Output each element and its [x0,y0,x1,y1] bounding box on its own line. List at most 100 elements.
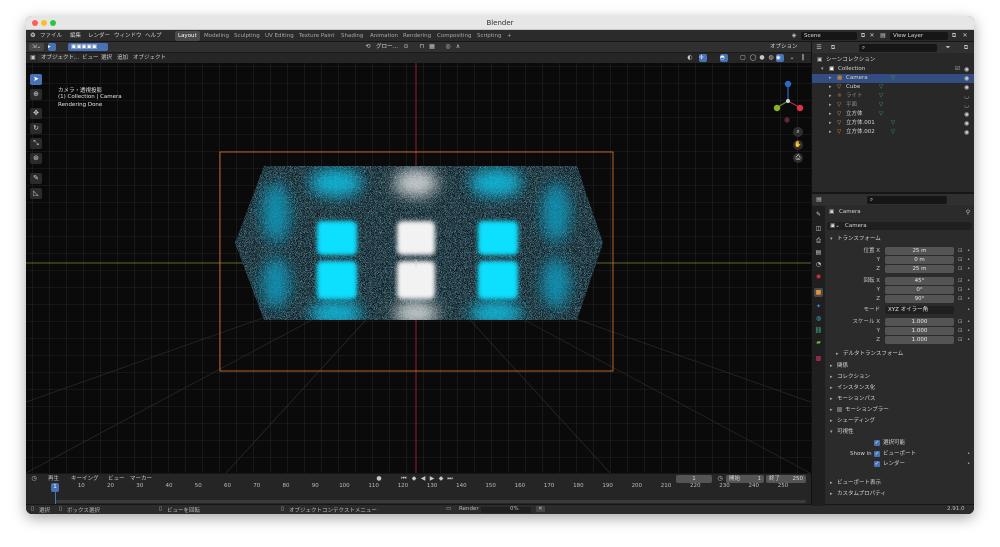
workspace-tab-texture-paint[interactable]: Texture Paint [296,31,338,41]
lock-icon[interactable]: ⊡ [958,318,963,327]
outliner-item[interactable]: ▸ ▽ 立方体 ▽ ◉ [812,110,974,119]
keyframe-dot-icon[interactable]: • [967,318,970,327]
3d-viewport[interactable]: カメラ・透視投影 (1) Collection | Camera Renderi… [26,63,811,473]
falloff-icon[interactable]: ∧ [454,43,462,51]
keyframe-dot-icon[interactable]: • [967,286,970,295]
transform-section-header[interactable]: ▾ トランスフォーム [826,234,974,244]
options-dropdown[interactable]: オプション [767,43,801,51]
lock-icon[interactable]: ⊡ [958,336,963,345]
display-mode-icon[interactable]: ⧉ [829,44,837,52]
move-tool-icon[interactable]: ✥ [30,108,42,119]
location-x-field[interactable]: 25 m [885,247,954,255]
select-tool-icon[interactable]: ▸ [48,43,56,51]
delete-view-layer-icon[interactable]: ✕ [961,32,969,40]
properties-section-header[interactable]: ▸ モーションパス [826,394,974,404]
xray-icon[interactable]: ▢ [739,54,747,62]
rotation-z-field[interactable]: 90° [885,295,954,303]
eye-icon[interactable]: ◉ [964,110,969,119]
sidebar-toggle-icon[interactable]: ‖ [799,54,807,62]
keyframe-dot-icon[interactable]: • [967,265,970,274]
expand-arrow-icon[interactable]: ▾ [821,65,824,74]
visibility-icon[interactable]: ◐ [686,54,694,62]
gizmo-toggle-icon[interactable]: ✢ [699,54,707,62]
location-z-field[interactable]: 25 m [885,265,954,273]
properties-section-header[interactable]: ▾ 可視性 [826,427,974,437]
keyframe-dot-icon[interactable]: • [967,460,970,469]
keyframe-dot-icon[interactable]: • [967,295,970,304]
zoom-icon[interactable]: ⌕ [793,127,803,137]
transform-tool-icon[interactable]: ⊛ [30,153,42,164]
workspace-tab-compositing[interactable]: Compositing [434,31,474,41]
expand-arrow-icon[interactable]: ▸ [829,74,832,83]
menu-view[interactable]: ビュー [82,54,99,62]
shading-rendered-icon[interactable]: ◉ [776,54,784,62]
workspace-tab-sculpting[interactable]: Sculpting [231,31,263,41]
menu-select[interactable]: 選択 [101,54,112,62]
add-workspace-button[interactable]: + [504,31,515,41]
render-tab-icon[interactable]: ◫ [814,224,823,233]
object-name-field[interactable]: ▣⌄ Camera [827,222,972,230]
expand-arrow-icon[interactable]: ▸ [829,119,832,128]
custom-properties-header[interactable]: ▸ カスタムプロパティ [826,489,974,499]
new-collection-icon[interactable]: ⧉ [962,44,970,52]
delete-scene-icon[interactable]: ✕ [868,32,876,40]
lock-icon[interactable]: ⊡ [958,247,963,256]
scale-x-field[interactable]: 1.000 [885,318,954,326]
eye-closed-icon[interactable]: ◡ [964,92,969,101]
timeline-scrollbar[interactable] [56,500,806,503]
pan-hand-icon[interactable]: ✋ [793,140,803,150]
scene-selector[interactable]: Scene [801,32,857,40]
viewport-display-header[interactable]: ▸ ビューポート表示 [826,478,974,488]
properties-section-header[interactable]: ▸ シェーディング [826,416,974,426]
properties-search-input[interactable]: ⌕ [867,196,947,204]
blender-logo-icon[interactable]: ❂ [29,32,37,40]
new-scene-icon[interactable]: ⧉ [859,32,867,40]
proportional-editing-icon[interactable]: ◎ [444,43,452,51]
scale-tool-icon[interactable]: ⤡ [30,138,42,149]
expand-arrow-icon[interactable]: ▸ [829,83,832,92]
expand-arrow-icon[interactable]: ▸ [829,110,832,119]
lock-icon[interactable]: ⊡ [958,277,963,286]
menu-file[interactable]: ファイル [40,32,62,40]
outliner-item[interactable]: ▾ ▣ Collection ☑ ◉ [812,65,974,74]
menu-render[interactable]: レンダー [88,32,110,40]
keyframe-dot-icon[interactable]: • [967,336,970,345]
pivot-point-icon[interactable]: ⊙ [402,43,410,51]
scale-z-field[interactable]: 1.000 [885,336,954,344]
outliner-item[interactable]: ▸ ▽ 平面 ▽ ◡ [812,101,974,110]
eye-icon[interactable]: ◉ [964,83,969,92]
menu-window[interactable]: ウィンドウ [114,32,142,40]
output-tab-icon[interactable]: ⎙ [814,236,823,245]
delta-transform-header[interactable]: ▸ デルタトランスフォーム [832,349,974,359]
data-tab-icon[interactable]: ▰ [814,338,823,347]
view-layer-tab-icon[interactable]: ▤ [814,248,823,257]
z-axis-handle[interactable] [784,80,792,88]
y-axis-handle[interactable] [773,104,781,112]
expand-arrow-icon[interactable]: ▸ [829,128,832,137]
outliner-item[interactable]: ▸ ☼ ライト ▽ ◡ [812,92,974,101]
exclude-checkbox-icon[interactable]: ☑ [955,65,960,74]
interaction-mode-dropdown[interactable]: オブジェクト… [38,54,80,62]
selectable-checkbox[interactable]: ✓ [874,440,880,446]
filter-icon[interactable]: ⏷ [944,44,952,52]
workspace-tab-layout[interactable]: Layout [175,31,200,41]
menu-help[interactable]: ヘルプ [145,32,162,40]
outliner-search-input[interactable]: ⌕ [859,44,937,52]
workspace-tab-modeling[interactable]: Modeling [201,31,232,41]
workspace-tab-shading[interactable]: Shading [338,31,366,41]
rotation-x-field[interactable]: 45° [885,277,954,285]
keyframe-dot-icon[interactable]: • [967,306,970,315]
eye-icon[interactable]: ◉ [964,128,969,137]
scale-y-field[interactable]: 1.000 [885,327,954,335]
show-in-viewport-checkbox[interactable]: ✓ [874,451,880,457]
rotation-y-field[interactable]: 0° [885,286,954,294]
constraints-tab-icon[interactable]: ⛓ [814,326,823,335]
measure-tool-icon[interactable]: ◺ [30,188,42,199]
x-axis-handle[interactable] [796,104,804,112]
annotate-tool-icon[interactable]: ✎ [30,173,42,184]
tool-tab-icon[interactable]: ✎ [814,210,823,219]
editor-type-icon[interactable]: ⇲⌄ [29,43,45,51]
rotate-tool-icon[interactable]: ↻ [30,123,42,134]
properties-section-header[interactable]: ▸ 関係 [826,361,974,371]
object-tab-icon[interactable]: ■ [814,288,823,297]
